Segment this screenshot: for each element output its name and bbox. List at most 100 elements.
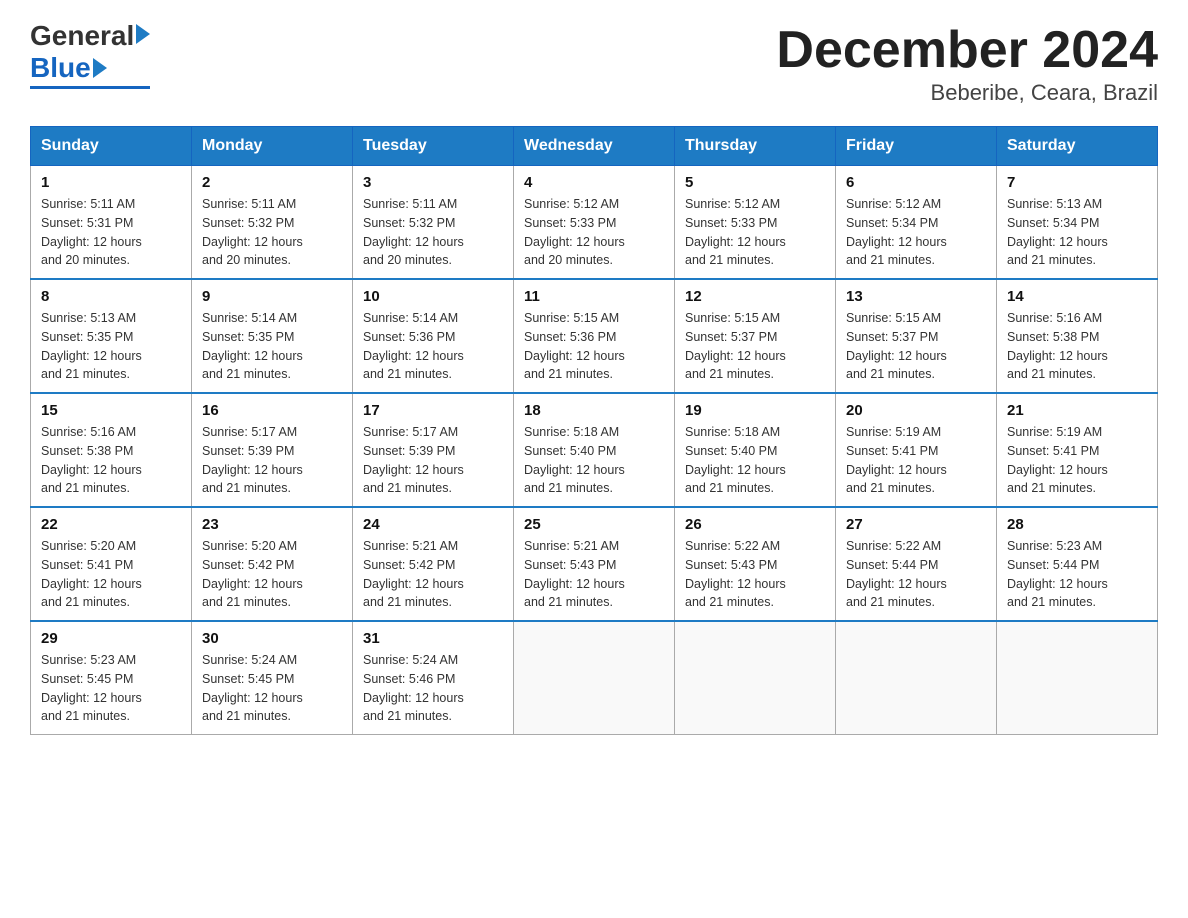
day-info: Sunrise: 5:17 AMSunset: 5:39 PMDaylight:… [363, 423, 503, 498]
day-number: 31 [363, 630, 503, 647]
day-cell-23: 23 Sunrise: 5:20 AMSunset: 5:42 PMDayligh… [192, 507, 353, 621]
day-info: Sunrise: 5:14 AMSunset: 5:36 PMDaylight:… [363, 309, 503, 384]
location-text: Beberibe, Ceara, Brazil [776, 80, 1158, 106]
day-cell-25: 25 Sunrise: 5:21 AMSunset: 5:43 PMDayligh… [514, 507, 675, 621]
day-info: Sunrise: 5:22 AMSunset: 5:43 PMDaylight:… [685, 537, 825, 612]
empty-cell [514, 621, 675, 735]
day-info: Sunrise: 5:19 AMSunset: 5:41 PMDaylight:… [1007, 423, 1147, 498]
day-cell-21: 21Sunrise: 5:19 AMSunset: 5:41 PMDayligh… [997, 393, 1158, 507]
day-number: 30 [202, 630, 342, 647]
day-cell-3: 3 Sunrise: 5:11 AMSunset: 5:32 PMDaylight… [353, 166, 514, 280]
day-cell-4: 4Sunrise: 5:12 AMSunset: 5:33 PMDaylight… [514, 166, 675, 280]
empty-cell [836, 621, 997, 735]
week-row-3: 15 Sunrise: 5:16 AMSunset: 5:38 PMDayligh… [31, 393, 1158, 507]
empty-cell [675, 621, 836, 735]
day-cell-11: 11 Sunrise: 5:15 AMSunset: 5:36 PMDayligh… [514, 279, 675, 393]
day-cell-13: 13 Sunrise: 5:15 AMSunset: 5:37 PMDayligh… [836, 279, 997, 393]
day-number: 10 [363, 288, 503, 305]
calendar-table: SundayMondayTuesdayWednesdayThursdayFrid… [30, 126, 1158, 735]
logo-underline [30, 86, 150, 89]
header-row: SundayMondayTuesdayWednesdayThursdayFrid… [31, 127, 1158, 166]
day-number: 1 [41, 174, 181, 191]
day-info: Sunrise: 5:21 AMSunset: 5:43 PMDaylight:… [524, 537, 664, 612]
day-info: Sunrise: 5:16 AMSunset: 5:38 PMDaylight:… [41, 423, 181, 498]
logo-triangle2-icon [93, 58, 107, 78]
logo-general-text: General [30, 20, 134, 52]
week-row-5: 29Sunrise: 5:23 AMSunset: 5:45 PMDayligh… [31, 621, 1158, 735]
day-number: 27 [846, 516, 986, 533]
day-info: Sunrise: 5:11 AMSunset: 5:32 PMDaylight:… [363, 195, 503, 270]
day-number: 9 [202, 288, 342, 305]
day-number: 12 [685, 288, 825, 305]
day-number: 7 [1007, 174, 1147, 191]
day-number: 19 [685, 402, 825, 419]
day-number: 25 [524, 516, 664, 533]
day-cell-17: 17Sunrise: 5:17 AMSunset: 5:39 PMDayligh… [353, 393, 514, 507]
empty-cell [997, 621, 1158, 735]
title-section: December 2024 Beberibe, Ceara, Brazil [776, 20, 1158, 106]
day-cell-14: 14Sunrise: 5:16 AMSunset: 5:38 PMDayligh… [997, 279, 1158, 393]
day-info: Sunrise: 5:20 AMSunset: 5:42 PMDaylight:… [202, 537, 342, 612]
day-number: 13 [846, 288, 986, 305]
column-header-wednesday: Wednesday [514, 127, 675, 166]
week-row-1: 1 Sunrise: 5:11 AMSunset: 5:31 PMDaylight… [31, 166, 1158, 280]
day-number: 11 [524, 288, 664, 305]
day-number: 26 [685, 516, 825, 533]
day-number: 20 [846, 402, 986, 419]
day-cell-2: 2 Sunrise: 5:11 AMSunset: 5:32 PMDaylight… [192, 166, 353, 280]
day-number: 2 [202, 174, 342, 191]
day-cell-1: 1 Sunrise: 5:11 AMSunset: 5:31 PMDaylight… [31, 166, 192, 280]
day-cell-8: 8 Sunrise: 5:13 AMSunset: 5:35 PMDaylight… [31, 279, 192, 393]
page-header: General Blue December 2024 Beberibe, Cea… [30, 20, 1158, 106]
day-number: 3 [363, 174, 503, 191]
day-info: Sunrise: 5:18 AMSunset: 5:40 PMDaylight:… [524, 423, 664, 498]
day-info: Sunrise: 5:20 AMSunset: 5:41 PMDaylight:… [41, 537, 181, 612]
day-cell-30: 30Sunrise: 5:24 AMSunset: 5:45 PMDayligh… [192, 621, 353, 735]
day-info: Sunrise: 5:13 AMSunset: 5:34 PMDaylight:… [1007, 195, 1147, 270]
day-info: Sunrise: 5:15 AMSunset: 5:37 PMDaylight:… [685, 309, 825, 384]
day-info: Sunrise: 5:15 AMSunset: 5:37 PMDaylight:… [846, 309, 986, 384]
day-info: Sunrise: 5:12 AMSunset: 5:33 PMDaylight:… [685, 195, 825, 270]
day-cell-12: 12 Sunrise: 5:15 AMSunset: 5:37 PMDayligh… [675, 279, 836, 393]
day-number: 6 [846, 174, 986, 191]
day-info: Sunrise: 5:21 AMSunset: 5:42 PMDaylight:… [363, 537, 503, 612]
day-cell-31: 31 Sunrise: 5:24 AMSunset: 5:46 PMDayligh… [353, 621, 514, 735]
day-cell-24: 24 Sunrise: 5:21 AMSunset: 5:42 PMDayligh… [353, 507, 514, 621]
column-header-tuesday: Tuesday [353, 127, 514, 166]
day-cell-10: 10 Sunrise: 5:14 AMSunset: 5:36 PMDayligh… [353, 279, 514, 393]
column-header-friday: Friday [836, 127, 997, 166]
day-number: 15 [41, 402, 181, 419]
day-info: Sunrise: 5:12 AMSunset: 5:33 PMDaylight:… [524, 195, 664, 270]
day-info: Sunrise: 5:11 AMSunset: 5:31 PMDaylight:… [41, 195, 181, 270]
logo: General Blue [30, 20, 150, 89]
day-number: 22 [41, 516, 181, 533]
day-info: Sunrise: 5:18 AMSunset: 5:40 PMDaylight:… [685, 423, 825, 498]
day-cell-22: 22 Sunrise: 5:20 AMSunset: 5:41 PMDayligh… [31, 507, 192, 621]
day-cell-7: 7 Sunrise: 5:13 AMSunset: 5:34 PMDaylight… [997, 166, 1158, 280]
column-header-monday: Monday [192, 127, 353, 166]
day-number: 8 [41, 288, 181, 305]
day-info: Sunrise: 5:15 AMSunset: 5:36 PMDaylight:… [524, 309, 664, 384]
day-cell-6: 6 Sunrise: 5:12 AMSunset: 5:34 PMDaylight… [836, 166, 997, 280]
day-cell-26: 26 Sunrise: 5:22 AMSunset: 5:43 PMDayligh… [675, 507, 836, 621]
day-number: 23 [202, 516, 342, 533]
day-info: Sunrise: 5:16 AMSunset: 5:38 PMDaylight:… [1007, 309, 1147, 384]
day-cell-19: 19 Sunrise: 5:18 AMSunset: 5:40 PMDayligh… [675, 393, 836, 507]
day-number: 18 [524, 402, 664, 419]
week-row-2: 8 Sunrise: 5:13 AMSunset: 5:35 PMDaylight… [31, 279, 1158, 393]
day-cell-28: 28Sunrise: 5:23 AMSunset: 5:44 PMDayligh… [997, 507, 1158, 621]
day-info: Sunrise: 5:11 AMSunset: 5:32 PMDaylight:… [202, 195, 342, 270]
logo-text: General [30, 20, 150, 52]
day-number: 28 [1007, 516, 1147, 533]
day-number: 24 [363, 516, 503, 533]
day-info: Sunrise: 5:12 AMSunset: 5:34 PMDaylight:… [846, 195, 986, 270]
day-number: 16 [202, 402, 342, 419]
day-cell-9: 9Sunrise: 5:14 AMSunset: 5:35 PMDaylight… [192, 279, 353, 393]
column-header-sunday: Sunday [31, 127, 192, 166]
day-info: Sunrise: 5:13 AMSunset: 5:35 PMDaylight:… [41, 309, 181, 384]
day-info: Sunrise: 5:19 AMSunset: 5:41 PMDaylight:… [846, 423, 986, 498]
day-info: Sunrise: 5:22 AMSunset: 5:44 PMDaylight:… [846, 537, 986, 612]
logo-blue-text: Blue [30, 52, 91, 84]
week-row-4: 22 Sunrise: 5:20 AMSunset: 5:41 PMDayligh… [31, 507, 1158, 621]
day-info: Sunrise: 5:24 AMSunset: 5:46 PMDaylight:… [363, 651, 503, 726]
